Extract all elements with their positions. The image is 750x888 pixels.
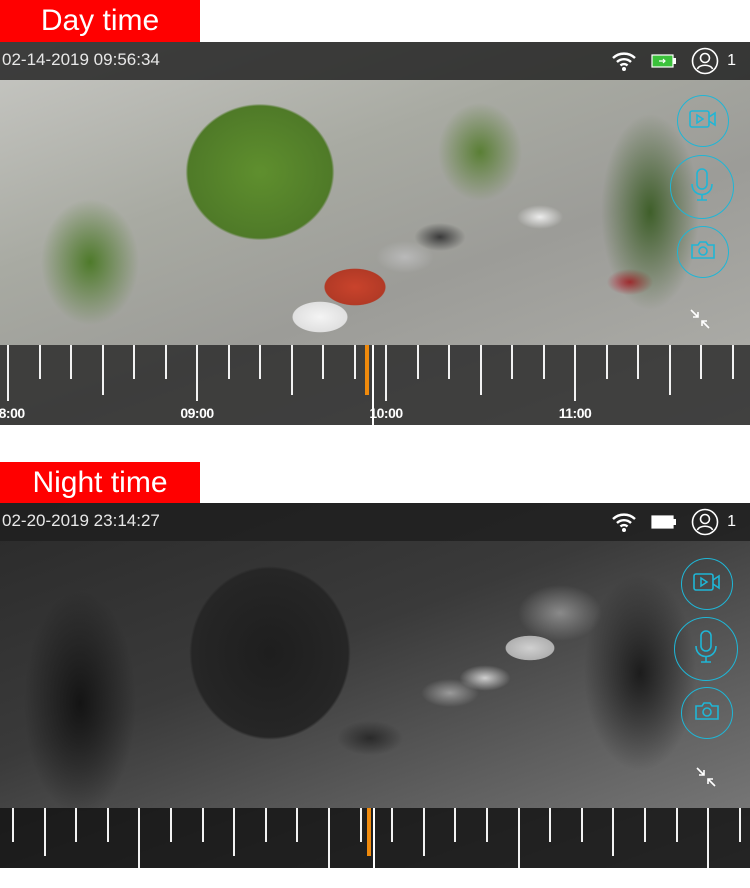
playback-timeline[interactable] <box>0 808 750 868</box>
wifi-icon <box>611 50 637 72</box>
timeline-tick <box>201 808 204 842</box>
record-video-icon <box>693 572 721 597</box>
timestamp: 02-14-2019 09:56:34 <box>2 50 160 69</box>
timeline-tick <box>707 808 710 868</box>
timeline-tick <box>511 345 513 379</box>
timeline-time-label: 10:00 <box>369 405 403 421</box>
timeline-tick <box>580 808 583 842</box>
playback-position-marker[interactable] <box>367 808 371 856</box>
snapshot-button[interactable] <box>681 687 733 739</box>
timeline-tick <box>75 808 78 842</box>
exit-fullscreen-icon[interactable] <box>695 766 717 793</box>
timeline-tick <box>574 345 576 401</box>
timeline-tick <box>479 345 482 395</box>
timeline-tick <box>133 345 135 379</box>
user-icon[interactable] <box>691 508 719 536</box>
timeline-tick <box>12 808 14 842</box>
timeline-tick <box>391 808 394 842</box>
timeline-time-label: 11:00 <box>558 405 592 421</box>
timeline-tick <box>731 345 734 379</box>
timeline-tick <box>637 345 639 379</box>
timeline-tick <box>43 808 46 856</box>
user-count: 1 <box>727 52 736 69</box>
snapshot-camera-icon <box>694 701 720 726</box>
timeline-tick <box>644 808 646 842</box>
microphone-button[interactable] <box>674 617 738 681</box>
timeline-tick <box>227 345 230 379</box>
snapshot-button[interactable] <box>677 226 729 278</box>
snapshot-camera-icon <box>690 240 716 265</box>
day-camera-view: 02-14-2019 09:56:34 1 08:00 09:00 10:00 11:… <box>0 42 750 425</box>
timeline-tick <box>170 808 172 842</box>
microphone-button[interactable] <box>670 155 734 219</box>
record-video-button[interactable] <box>677 95 729 147</box>
timeline-tick <box>259 345 261 379</box>
timeline-tick <box>328 808 330 868</box>
timeline-tick <box>448 345 450 379</box>
record-video-button[interactable] <box>681 558 733 610</box>
timeline-tick <box>385 345 387 401</box>
timeline-tick <box>454 808 457 842</box>
timeline-center-line <box>373 808 375 868</box>
timeline-tick <box>549 808 552 842</box>
timeline-tick <box>296 808 299 842</box>
timeline-tick <box>675 808 678 842</box>
playback-timeline[interactable]: 08:00 09:00 10:00 11:00 <box>0 345 750 425</box>
timeline-tick <box>416 345 419 379</box>
timeline-tick <box>668 345 671 395</box>
timeline-tick <box>264 808 267 842</box>
microphone-icon <box>693 629 719 670</box>
timeline-tick <box>359 808 362 842</box>
day-time-label: Day time <box>0 0 200 42</box>
timeline-tick <box>38 345 41 379</box>
user-icon[interactable] <box>691 47 719 75</box>
battery-icon <box>651 515 677 529</box>
wifi-icon <box>611 511 637 533</box>
timeline-tick <box>738 808 741 842</box>
timeline-time-label: 09:00 <box>180 405 214 421</box>
timeline-tick <box>517 808 520 868</box>
timeline-tick <box>70 345 72 379</box>
status-bar: 02-20-2019 23:14:27 1 <box>0 503 750 541</box>
timeline-tick <box>101 345 104 395</box>
battery-icon <box>651 54 677 68</box>
timeline-tick <box>353 345 356 379</box>
night-time-label: Night time <box>0 462 200 504</box>
timeline-tick <box>486 808 488 842</box>
microphone-icon <box>689 167 715 208</box>
night-camera-view: 02-20-2019 23:14:27 1 <box>0 503 750 868</box>
timestamp: 02-20-2019 23:14:27 <box>2 511 160 530</box>
exit-fullscreen-icon[interactable] <box>689 308 711 335</box>
timeline-tick <box>422 808 425 856</box>
playback-position-marker[interactable] <box>365 345 369 395</box>
record-video-icon <box>689 109 717 134</box>
timeline-tick <box>612 808 615 856</box>
user-count: 1 <box>727 513 736 530</box>
timeline-time-label: 08:00 <box>0 405 25 421</box>
timeline-tick <box>605 345 608 379</box>
timeline-tick <box>106 808 109 842</box>
timeline-tick <box>290 345 293 395</box>
timeline-tick <box>233 808 236 856</box>
timeline-tick <box>700 345 702 379</box>
timeline-tick <box>322 345 324 379</box>
status-bar: 02-14-2019 09:56:34 1 <box>0 42 750 80</box>
timeline-tick <box>196 345 198 401</box>
timeline-tick <box>138 808 141 868</box>
timeline-tick <box>7 345 9 401</box>
timeline-tick <box>164 345 167 379</box>
timeline-tick <box>542 345 545 379</box>
